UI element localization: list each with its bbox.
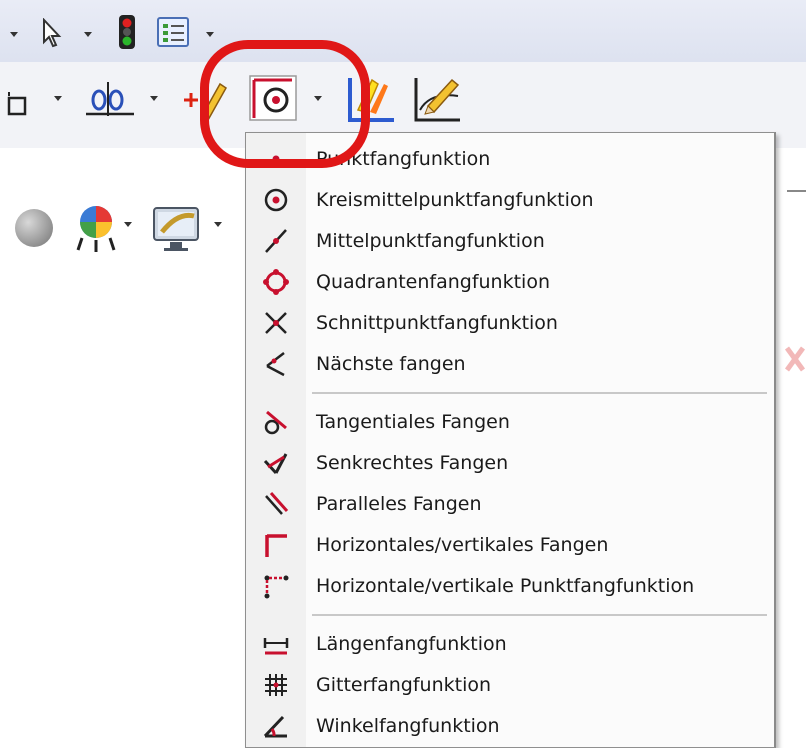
menu-item-angle-snap[interactable]: Winkelfangfunktion <box>246 707 774 745</box>
menu-item-tangent-snap[interactable]: Tangentiales Fangen <box>246 403 774 441</box>
menu-item-center-snap[interactable]: Kreismittelpunktfangfunktion <box>246 181 774 219</box>
dimension-tool-icon[interactable] <box>84 76 138 122</box>
midpoint-snap-icon <box>246 222 306 260</box>
grid-snap-icon <box>246 666 306 704</box>
menu-item-label: Senkrechtes Fangen <box>316 452 509 474</box>
intersection-snap-icon <box>246 304 306 342</box>
workspace-right <box>775 148 806 746</box>
menu-item-quadrant-snap[interactable]: Quadrantenfangfunktion <box>246 263 774 301</box>
menu-item-label: Horizontales/vertikales Fangen <box>316 534 609 556</box>
partial-label <box>787 174 806 192</box>
dropdown-arrow[interactable] <box>124 222 132 227</box>
menu-item-length-snap[interactable]: Längenfangfunktion <box>246 625 774 663</box>
dropdown-arrow[interactable] <box>214 222 222 227</box>
close-icon-partial <box>783 344 806 378</box>
menu-item-label: Mittelpunktfangfunktion <box>316 230 545 252</box>
horizontal-vertical-snap-icon <box>246 526 306 564</box>
menu-item-label: Winkelfangfunktion <box>316 715 500 737</box>
dropdown-arrow[interactable] <box>150 96 158 101</box>
horizontal-vertical-point-snap-icon <box>246 567 306 605</box>
menu-item-intersection-snap[interactable]: Schnittpunktfangfunktion <box>246 304 774 342</box>
angle-snap-icon <box>246 707 306 745</box>
menu-item-label: Schnittpunktfangfunktion <box>316 312 558 334</box>
menu-separator <box>312 392 767 394</box>
dropdown-arrow[interactable] <box>10 32 18 37</box>
menu-item-label: Kreismittelpunktfangfunktion <box>316 189 594 211</box>
gray-sphere-icon[interactable] <box>12 206 56 254</box>
rectangle-tool-icon[interactable] <box>6 88 36 118</box>
menu-item-grid-snap[interactable]: Gitterfangfunktion <box>246 666 774 704</box>
list-properties-icon[interactable] <box>156 16 190 48</box>
parallel-snap-icon <box>246 485 306 523</box>
select-cursor-icon[interactable] <box>40 18 66 48</box>
menu-item-perpendicular-snap[interactable]: Senkrechtes Fangen <box>246 444 774 482</box>
top-toolbar <box>0 0 806 62</box>
snap-options-menu: Punktfangfunktion Kreismittelpunktfangfu… <box>245 132 776 748</box>
dropdown-arrow[interactable] <box>54 96 62 101</box>
center-snap-icon <box>246 181 306 219</box>
menu-item-label: Horizontale/vertikale Punktfangfunktion <box>316 575 695 597</box>
traffic-light-icon[interactable] <box>117 14 137 50</box>
menu-item-label: Paralleles Fangen <box>316 493 482 515</box>
menu-item-label: Quadrantenfangfunktion <box>316 271 550 293</box>
highlight-annotation <box>200 40 370 168</box>
menu-item-nearest-snap[interactable]: Nächste fangen <box>246 345 774 383</box>
length-snap-icon <box>246 625 306 663</box>
menu-separator <box>312 614 767 616</box>
menu-item-label: Nächste fangen <box>316 353 466 375</box>
menu-item-horizontal-vertical-snap[interactable]: Horizontales/vertikales Fangen <box>246 526 774 564</box>
nearest-snap-icon <box>246 345 306 383</box>
display-settings-icon[interactable] <box>150 202 204 258</box>
perpendicular-snap-icon <box>246 444 306 482</box>
tangent-snap-icon <box>246 403 306 441</box>
dropdown-arrow[interactable] <box>84 32 92 37</box>
dropdown-arrow[interactable] <box>206 32 214 37</box>
workspace-left <box>0 148 245 746</box>
menu-item-parallel-snap[interactable]: Paralleles Fangen <box>246 485 774 523</box>
menu-item-midpoint-snap[interactable]: Mittelpunktfangfunktion <box>246 222 774 260</box>
menu-item-horizontal-vertical-point-snap[interactable]: Horizontale/vertikale Punktfangfunktion <box>246 567 774 605</box>
menu-item-label: Tangentiales Fangen <box>316 411 510 433</box>
menu-item-label: Gitterfangfunktion <box>316 674 492 696</box>
edit-sketch-icon[interactable] <box>410 72 466 126</box>
appearance-icon[interactable] <box>70 202 122 258</box>
quadrant-snap-icon <box>246 263 306 301</box>
menu-item-label: Längenfangfunktion <box>316 633 507 655</box>
